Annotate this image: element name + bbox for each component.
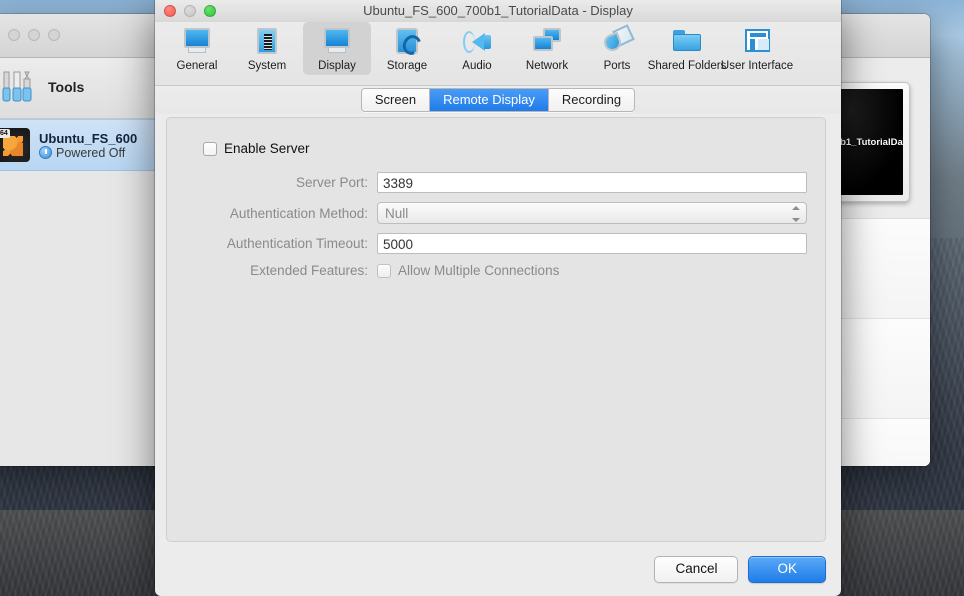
settings-toolbar[interactable]: General System Display Storage Audio [155, 22, 841, 86]
vm-name: Ubuntu_FS_600 [39, 131, 137, 146]
toolbar-label: Network [526, 60, 568, 72]
authentication-timeout-row: Authentication Timeout: 5000 [185, 233, 807, 254]
toolbar-label: Display [318, 60, 356, 72]
extended-features-label: Extended Features: [185, 263, 377, 278]
shared-folders-icon [670, 26, 704, 58]
toolbar-label: General [177, 60, 218, 72]
tab-recording[interactable]: Recording [549, 89, 634, 111]
sidebar-item-vm[interactable]: 64 Ubuntu_FS_600 Powered Off [0, 119, 155, 171]
toolbar-label: Shared Folders [648, 60, 727, 72]
vm-state-label: Powered Off [56, 146, 125, 160]
storage-icon [390, 26, 424, 58]
dialog-titlebar: Ubuntu_FS_600_700b1_TutorialData - Displ… [155, 0, 841, 22]
allow-multiple-connections-checkbox[interactable] [377, 264, 391, 278]
allow-multiple-connections-group[interactable]: Allow Multiple Connections [377, 263, 559, 278]
toolbar-item-user-interface[interactable]: User Interface [723, 22, 791, 75]
audio-icon [460, 26, 494, 58]
tab-remote-display[interactable]: Remote Display [430, 89, 549, 111]
toolbar-label: System [248, 60, 286, 72]
segmented-control[interactable]: Screen Remote Display Recording [361, 88, 635, 112]
toolbar-item-storage[interactable]: Storage [373, 22, 441, 75]
toolbar-label: Storage [387, 60, 427, 72]
toolbar-item-general[interactable]: General [163, 22, 231, 75]
manager-sidebar: Tools 64 Ubuntu_FS_600 Powered Off [0, 58, 156, 466]
display-settings-dialog[interactable]: Ubuntu_FS_600_700b1_TutorialData - Displ… [155, 0, 841, 596]
allow-multiple-connections-label: Allow Multiple Connections [398, 263, 559, 278]
toolbar-label: Ports [604, 60, 631, 72]
sidebar-item-tools[interactable]: Tools [0, 58, 155, 119]
enable-server-label: Enable Server [224, 141, 310, 156]
remote-display-panel: Enable Server Server Port: 3389 Authenti… [166, 117, 826, 542]
enable-server-row[interactable]: Enable Server [203, 141, 807, 156]
server-port-row: Server Port: 3389 [185, 172, 807, 193]
display-tab-strip[interactable]: Screen Remote Display Recording [155, 86, 841, 114]
toolbar-item-shared-folders[interactable]: Shared Folders [653, 22, 721, 75]
page-title: Ubuntu_FS_600_700b1_TutorialData - Displ… [155, 3, 841, 18]
authentication-timeout-label: Authentication Timeout: [185, 236, 377, 251]
extended-features-row: Extended Features: Allow Multiple Connec… [185, 263, 807, 278]
vm-text: Ubuntu_FS_600 Powered Off [39, 131, 137, 160]
enable-server-checkbox[interactable] [203, 142, 217, 156]
power-off-icon [39, 146, 52, 159]
user-interface-icon [740, 26, 774, 58]
toolbar-item-system[interactable]: System [233, 22, 301, 75]
tab-screen[interactable]: Screen [362, 89, 430, 111]
general-icon [180, 26, 214, 58]
toolbar-label: Audio [462, 60, 491, 72]
tools-icon [0, 70, 38, 104]
manager-zoom-button[interactable] [48, 29, 60, 41]
ok-button[interactable]: OK [748, 556, 826, 583]
authentication-method-select[interactable]: Null [377, 202, 807, 224]
chevron-updown-icon [791, 206, 800, 222]
manager-close-button[interactable] [8, 29, 20, 41]
manager-window-controls[interactable] [8, 29, 60, 41]
toolbar-item-network[interactable]: Network [513, 22, 581, 75]
toolbar-label: User Interface [721, 60, 793, 72]
ubuntu-vm-64-icon: 64 [0, 128, 30, 162]
dialog-footer: Cancel OK [155, 542, 841, 596]
tools-label: Tools [48, 79, 84, 95]
cancel-button[interactable]: Cancel [654, 556, 738, 583]
authentication-timeout-input[interactable]: 5000 [377, 233, 807, 254]
authentication-method-label: Authentication Method: [185, 206, 377, 221]
toolbar-item-audio[interactable]: Audio [443, 22, 511, 75]
server-port-input[interactable]: 3389 [377, 172, 807, 193]
network-icon [530, 26, 564, 58]
ports-icon [600, 26, 634, 58]
toolbar-item-ports[interactable]: Ports [583, 22, 651, 75]
display-icon [320, 26, 354, 58]
authentication-method-row: Authentication Method: Null [185, 202, 807, 224]
vm-preview-caption: 0b1_TutorialData [835, 137, 903, 148]
authentication-method-value: Null [385, 206, 408, 221]
toolbar-item-display[interactable]: Display [303, 22, 371, 75]
manager-minimize-button[interactable] [28, 29, 40, 41]
vm-state-row: Powered Off [39, 146, 137, 160]
server-port-label: Server Port: [185, 175, 377, 190]
system-icon [250, 26, 284, 58]
